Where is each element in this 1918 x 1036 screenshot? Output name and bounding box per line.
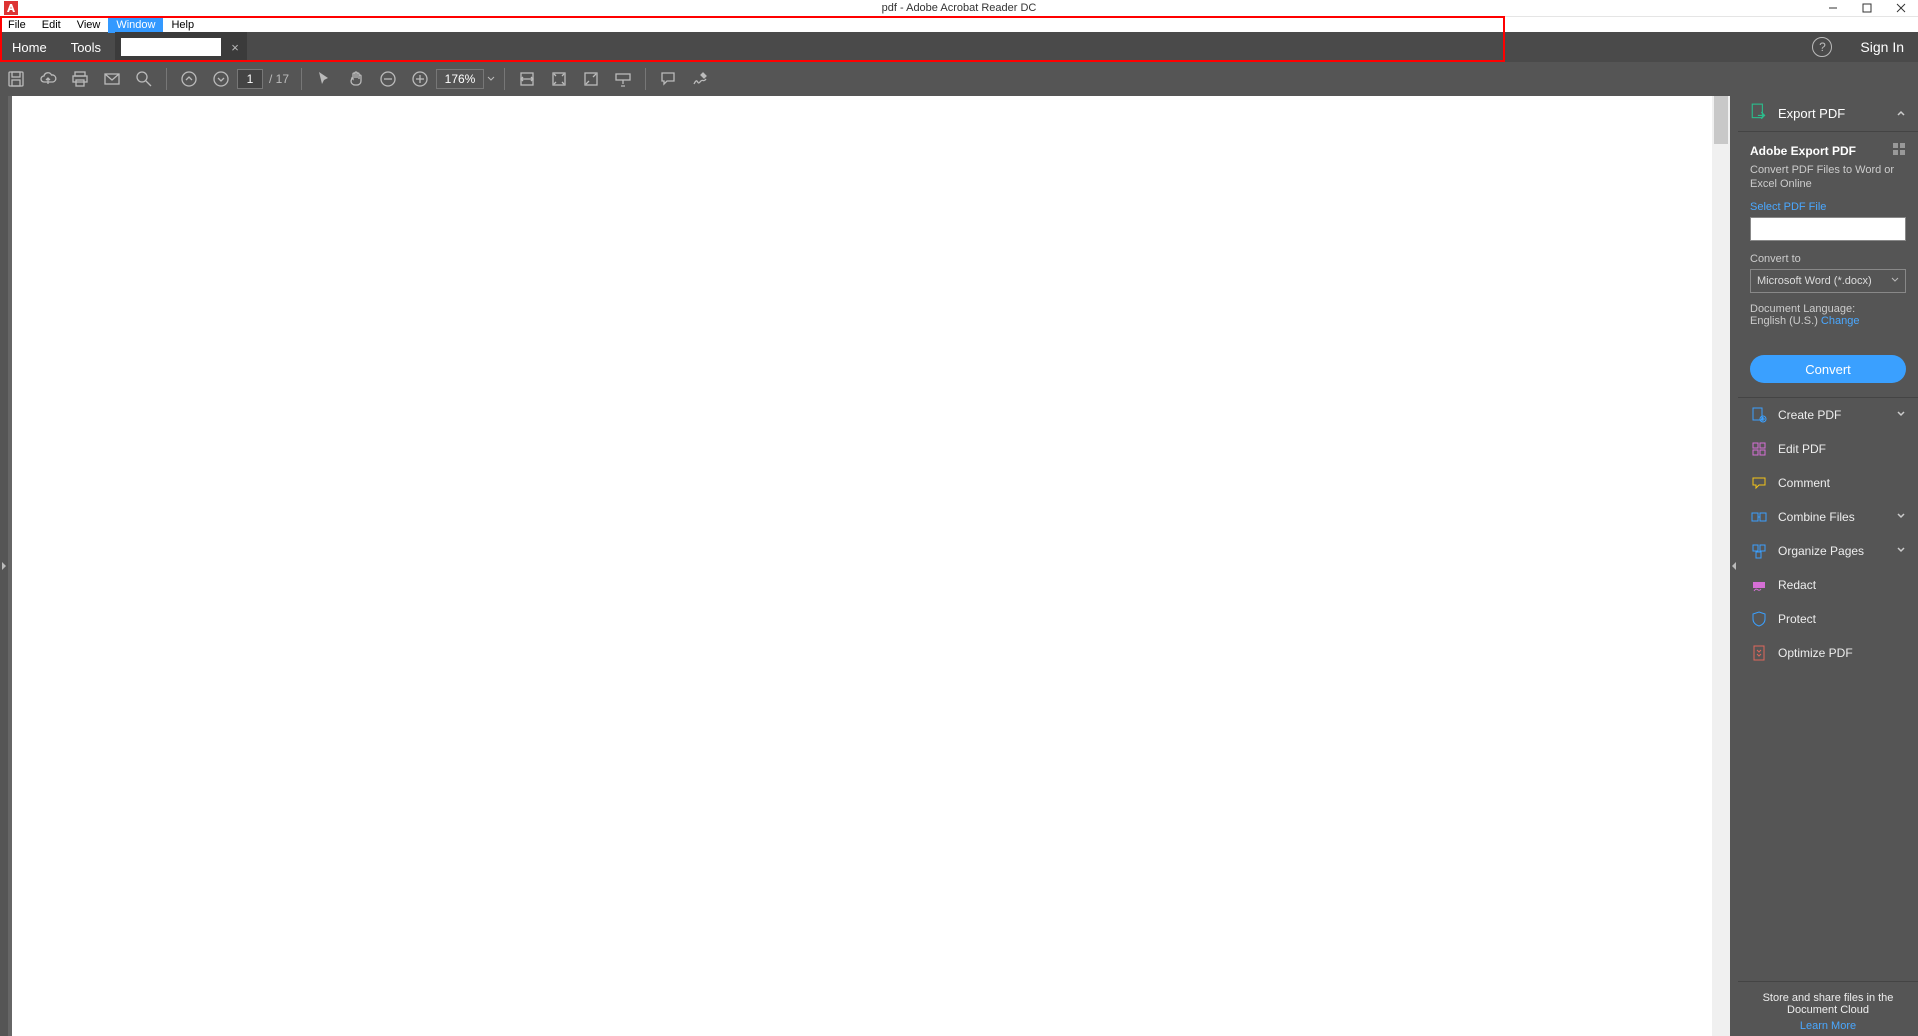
export-settings-icon[interactable] — [1892, 142, 1906, 159]
chevron-down-icon — [1896, 544, 1906, 558]
read-mode-icon[interactable] — [609, 65, 637, 93]
document-page — [12, 96, 1712, 1036]
organize-icon — [1750, 543, 1768, 559]
combine-icon — [1750, 509, 1768, 525]
footer-text: Store and share files in the Document Cl… — [1763, 992, 1894, 1016]
tool-protect[interactable]: Protect — [1738, 602, 1918, 636]
export-pdf-panel: Adobe Export PDF Convert PDF Files to Wo… — [1738, 132, 1918, 398]
protect-icon — [1750, 611, 1768, 627]
comment-icon[interactable] — [654, 65, 682, 93]
convert-button[interactable]: Convert — [1750, 355, 1906, 383]
tool-create[interactable]: Create PDF — [1738, 398, 1918, 432]
convert-to-value: Microsoft Word (*.docx) — [1757, 275, 1872, 287]
tool-label: Create PDF — [1778, 408, 1896, 422]
menu-bar: File Edit View Window Help — [0, 16, 1918, 32]
document-tab[interactable]: × — [115, 32, 247, 62]
select-pdf-file-input[interactable] — [1750, 217, 1906, 241]
document-language-label: Document Language: — [1750, 303, 1855, 315]
tool-organize[interactable]: Organize Pages — [1738, 534, 1918, 568]
menu-view[interactable]: View — [69, 17, 109, 33]
document-tab-close-icon[interactable]: × — [227, 40, 243, 55]
change-language-link[interactable]: Change — [1821, 315, 1860, 327]
hand-tool-icon[interactable] — [342, 65, 370, 93]
tool-redact[interactable]: Redact — [1738, 568, 1918, 602]
tool-edit[interactable]: Edit PDF — [1738, 432, 1918, 466]
chevron-down-icon — [1896, 510, 1906, 524]
learn-more-link[interactable]: Learn More — [1750, 1020, 1906, 1032]
redact-icon — [1750, 577, 1768, 593]
save-icon[interactable] — [2, 65, 30, 93]
tool-optimize[interactable]: Optimize PDF — [1738, 636, 1918, 670]
print-icon[interactable] — [66, 65, 94, 93]
email-icon[interactable] — [98, 65, 126, 93]
select-pdf-label: Select PDF File — [1750, 201, 1906, 213]
select-tool-icon[interactable] — [310, 65, 338, 93]
fullscreen-icon[interactable] — [577, 65, 605, 93]
edit-icon — [1750, 441, 1768, 457]
right-panel-footer: Store and share files in the Document Cl… — [1738, 981, 1918, 1036]
export-pdf-icon — [1750, 103, 1768, 124]
maximize-button[interactable] — [1850, 0, 1884, 16]
help-icon[interactable]: ? — [1812, 37, 1832, 57]
right-panel-toggle[interactable] — [1730, 96, 1738, 1036]
export-pdf-header[interactable]: Export PDF — [1738, 96, 1918, 132]
comment-icon — [1750, 475, 1768, 491]
zoom-out-icon[interactable] — [374, 65, 402, 93]
app-icon — [4, 1, 18, 15]
chevron-down-icon — [1896, 408, 1906, 422]
fit-width-icon[interactable] — [513, 65, 541, 93]
page-down-icon[interactable] — [207, 65, 235, 93]
tool-combine[interactable]: Combine Files — [1738, 500, 1918, 534]
right-panel: Export PDF Adobe Export PDF Convert PDF … — [1738, 96, 1918, 1036]
document-viewport[interactable] — [8, 96, 1730, 1036]
create-icon — [1750, 407, 1768, 423]
search-icon[interactable] — [130, 65, 158, 93]
sign-icon[interactable] — [686, 65, 714, 93]
convert-to-label: Convert to — [1750, 253, 1906, 265]
page-number-input[interactable] — [237, 69, 263, 89]
export-pdf-title: Export PDF — [1778, 106, 1896, 121]
export-pdf-heading: Adobe Export PDF — [1750, 144, 1856, 158]
tool-label: Optimize PDF — [1778, 646, 1906, 660]
fit-page-icon[interactable] — [545, 65, 573, 93]
menu-edit[interactable]: Edit — [34, 17, 69, 33]
menu-file[interactable]: File — [0, 17, 34, 33]
page-total-label: / 17 — [269, 72, 289, 86]
document-tab-label — [121, 38, 221, 56]
minimize-button[interactable] — [1816, 0, 1850, 16]
tool-label: Comment — [1778, 476, 1906, 490]
window-title: pdf - Adobe Acrobat Reader DC — [882, 2, 1037, 14]
vertical-scrollbar[interactable] — [1712, 96, 1730, 1036]
chevron-up-icon — [1896, 107, 1906, 121]
close-button[interactable] — [1884, 0, 1918, 16]
tab-home[interactable]: Home — [0, 32, 59, 62]
optimize-icon — [1750, 645, 1768, 661]
page-up-icon[interactable] — [175, 65, 203, 93]
tool-label: Protect — [1778, 612, 1906, 626]
title-bar: pdf - Adobe Acrobat Reader DC — [0, 0, 1918, 16]
tool-label: Redact — [1778, 578, 1906, 592]
tool-label: Combine Files — [1778, 510, 1896, 524]
zoom-dropdown-icon[interactable] — [484, 75, 498, 83]
tool-label: Edit PDF — [1778, 442, 1906, 456]
export-pdf-desc: Convert PDF Files to Word or Excel Onlin… — [1750, 163, 1906, 191]
document-language-value: English (U.S.) — [1750, 315, 1818, 327]
convert-to-select[interactable]: Microsoft Word (*.docx) — [1750, 269, 1906, 293]
zoom-in-icon[interactable] — [406, 65, 434, 93]
tab-bar: Home Tools × ? Sign In — [0, 32, 1918, 62]
menu-help[interactable]: Help — [163, 17, 202, 33]
zoom-value[interactable]: 176% — [436, 69, 484, 89]
tool-comment[interactable]: Comment — [1738, 466, 1918, 500]
cloud-upload-icon[interactable] — [34, 65, 62, 93]
tab-tools[interactable]: Tools — [59, 32, 113, 62]
left-panel-toggle[interactable] — [0, 96, 8, 1036]
tool-label: Organize Pages — [1778, 544, 1896, 558]
sign-in-button[interactable]: Sign In — [1846, 39, 1918, 55]
scrollbar-thumb[interactable] — [1714, 96, 1728, 144]
toolbar: / 17 176% — [0, 62, 1918, 96]
chevron-down-icon — [1891, 275, 1899, 287]
menu-window[interactable]: Window — [108, 17, 163, 33]
